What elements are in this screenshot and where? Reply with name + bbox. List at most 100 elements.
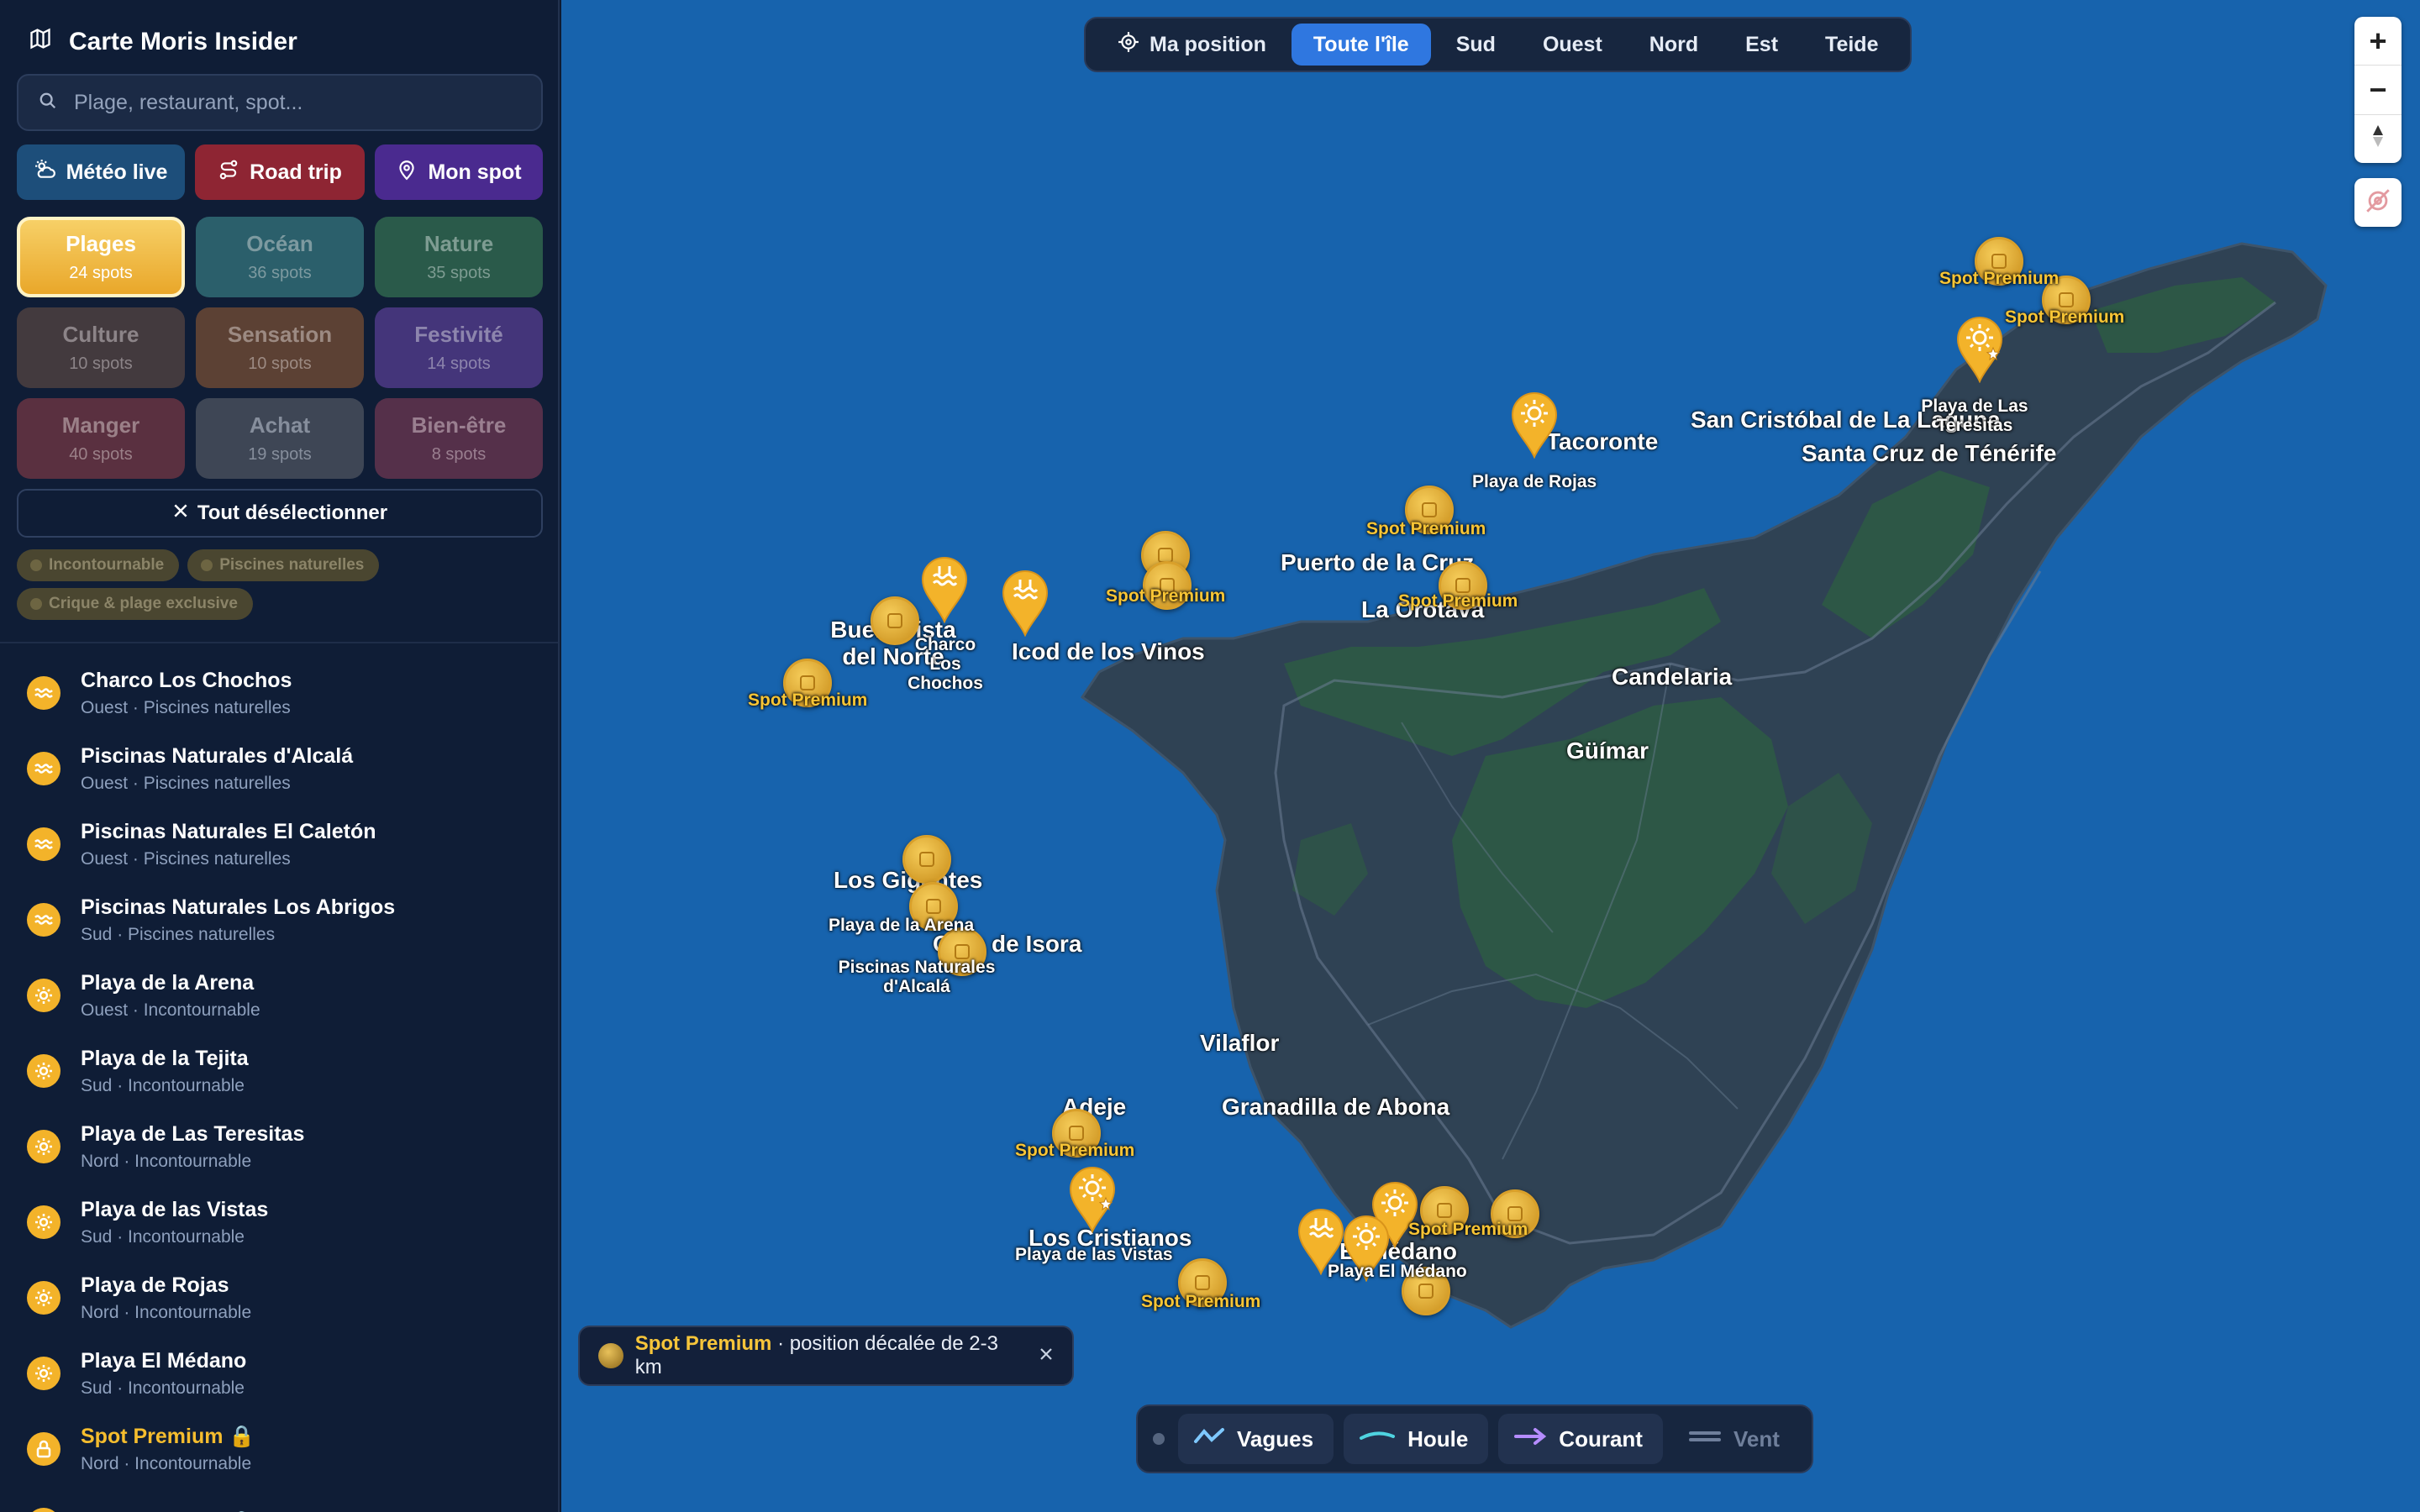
lock-icon <box>887 613 902 628</box>
my-spot-button[interactable]: Mon spot <box>375 144 543 200</box>
spot-text: Playa de Las Teresitas Nord · Incontourna… <box>81 1122 304 1172</box>
zone-teide[interactable]: Teide <box>1803 24 1900 66</box>
spot-list-item[interactable]: Playa de Rojas Nord · Incontournable <box>0 1260 558 1336</box>
zone-whole-island[interactable]: Toute l'île <box>1291 24 1431 66</box>
spot-name: Piscinas Naturales El Caletón <box>81 819 376 843</box>
spot-text: Spot Premium 🔒 Nord · Incontournable <box>81 1425 255 1474</box>
tag-label: Piscines naturelles <box>219 556 365 574</box>
category-count: 14 spots <box>427 354 491 373</box>
spot-meta: Sud · Incontournable <box>81 1378 245 1398</box>
sun-pin-icon[interactable] <box>1954 314 2005 384</box>
spot-name: Piscinas Naturales Los Abrigos <box>81 895 396 919</box>
spot-list-item[interactable]: Playa de la Tejita Sud · Incontournable <box>0 1033 558 1109</box>
geolocate-button[interactable] <box>2354 178 2402 227</box>
spot-list-item[interactable]: Spot Premium 🔒 <box>0 1487 558 1512</box>
compass-button[interactable] <box>2354 115 2402 163</box>
category-manger[interactable]: Manger 40 spots <box>17 398 185 479</box>
deselect-all-button[interactable]: Tout désélectionner <box>17 489 543 538</box>
sun-icon <box>27 1130 60 1163</box>
premium-text: Spot Premium <box>1366 519 1486 538</box>
label-playa-de-la-arena: Playa de la Arena <box>829 916 974 935</box>
town-icod: Icod de los Vinos <box>1012 638 1205 665</box>
premium-label: Spot Premium <box>1408 1220 1528 1240</box>
spot-list-item[interactable]: Piscinas Naturales Los Abrigos Sud · Pisc… <box>0 882 558 958</box>
waves-icon <box>1193 1426 1225 1452</box>
zone-nord[interactable]: Nord <box>1628 24 1720 66</box>
tag-piscines-naturelles[interactable]: Piscines naturelles <box>187 549 380 581</box>
spot-list-item[interactable]: Playa de la Arena Ouest · Incontournable <box>0 958 558 1033</box>
zone-my-position[interactable]: Ma position <box>1096 24 1288 66</box>
layer-courant[interactable]: Courant <box>1498 1414 1663 1464</box>
category-festivite[interactable]: Festivité 14 spots <box>375 307 543 388</box>
category-plages[interactable]: Plages 24 spots <box>17 217 185 297</box>
tag-dot-icon <box>201 559 213 571</box>
place-name: Playa de las Vistas <box>1015 1245 1173 1264</box>
premium-text: Spot Premium <box>1015 1141 1135 1160</box>
premium-spot-marker[interactable] <box>902 835 951 884</box>
layer-vagues[interactable]: Vagues <box>1178 1414 1334 1464</box>
search-input[interactable] <box>74 90 511 115</box>
layer-houle[interactable]: Houle <box>1344 1414 1489 1464</box>
spot-text: Playa de las Vistas Sud · Incontournable <box>81 1198 268 1247</box>
weather-icon <box>34 159 56 186</box>
layer-vent[interactable]: Vent <box>1673 1414 1800 1464</box>
spot-list-item[interactable]: Piscinas Naturales El Caletón Ouest · Pis… <box>0 806 558 882</box>
town-name: Vilaflor <box>1200 1030 1280 1056</box>
spot-text: Piscinas Naturales d'Alcalá Ouest · Pisci… <box>81 744 353 794</box>
premium-text: Spot Premium <box>2005 307 2125 327</box>
road-trip-button[interactable]: Road trip <box>195 144 365 200</box>
category-achat[interactable]: Achat 19 spots <box>196 398 364 479</box>
category-nature[interactable]: Nature 35 spots <box>375 217 543 297</box>
category-name: Plages <box>66 231 136 256</box>
tag-crique-plage-exclusive[interactable]: Crique & plage exclusive <box>17 588 253 620</box>
town-guimar: Güímar <box>1566 738 1649 764</box>
zone-est[interactable]: Est <box>1723 24 1800 66</box>
zone-sud[interactable]: Sud <box>1434 24 1518 66</box>
tag-dot-icon <box>30 559 42 571</box>
sun-pin-icon[interactable] <box>1067 1164 1118 1234</box>
spot-name: Playa de Las Teresitas <box>81 1121 305 1146</box>
tag-incontournable[interactable]: Incontournable <box>17 549 180 581</box>
layer-label: Houle <box>1407 1425 1469 1452</box>
app-title-text: Carte Moris Insider <box>69 28 297 55</box>
category-sensation[interactable]: Sensation 10 spots <box>196 307 364 388</box>
search-box[interactable] <box>17 74 543 131</box>
zone-label: Ma position <box>1150 32 1266 56</box>
weather-live-button[interactable]: Météo live <box>17 144 185 200</box>
spot-list-item[interactable]: Playa El Médano Sud · Incontournable <box>0 1336 558 1411</box>
lock-icon <box>27 1508 60 1512</box>
route-icon <box>218 159 239 186</box>
tag-dot-icon <box>30 598 42 610</box>
premium-label: Spot Premium <box>1939 269 2059 289</box>
status-dot <box>1153 1433 1165 1445</box>
zone-ouest[interactable]: Ouest <box>1521 24 1624 66</box>
spot-list-item[interactable]: Spot Premium 🔒 Nord · Incontournable <box>0 1411 558 1487</box>
zone-label: Sud <box>1455 32 1496 56</box>
search-icon <box>39 92 57 114</box>
category-bien-etre[interactable]: Bien-être 8 spots <box>375 398 543 479</box>
filter-tags: Incontournable Piscines naturelles Criqu… <box>17 549 543 620</box>
spot-list-item[interactable]: Playa de Las Teresitas Nord · Incontourna… <box>0 1109 558 1184</box>
town-granadilla: Granadilla de Abona <box>1222 1094 1449 1121</box>
toast-bold: Spot Premium <box>634 1332 772 1355</box>
category-count: 10 spots <box>248 354 312 373</box>
waves-pin-icon[interactable] <box>1000 568 1050 638</box>
spot-list-item[interactable]: Piscinas Naturales d'Alcalá Ouest · Pisci… <box>0 731 558 806</box>
spot-list-item[interactable]: Charco Los Chochos Ouest · Piscines natur… <box>0 655 558 731</box>
sun-pin-icon[interactable] <box>1509 390 1560 459</box>
place-name: Playa de Rojas <box>1472 472 1597 491</box>
category-name: Festivité <box>414 322 503 347</box>
category-culture[interactable]: Culture 10 spots <box>17 307 185 388</box>
category-ocean[interactable]: Océan 36 spots <box>196 217 364 297</box>
place-name: Playa de la Arena <box>829 916 975 935</box>
zone-label: Nord <box>1649 32 1699 56</box>
spot-list-item[interactable]: Playa de las Vistas Sud · Incontournable <box>0 1184 558 1260</box>
waves-icon <box>27 903 60 937</box>
category-name: Sensation <box>227 322 333 347</box>
map-canvas[interactable]: San Cristóbal de La Laguna Santa Cruz de… <box>561 0 2420 1512</box>
zoom-in-button[interactable]: + <box>2354 17 2402 66</box>
waves-pin-icon[interactable] <box>919 554 970 624</box>
town-name: Santa Cruz de Ténérife <box>1802 440 2057 466</box>
close-icon[interactable] <box>1039 1344 1054 1368</box>
zoom-out-button[interactable]: − <box>2354 66 2402 115</box>
